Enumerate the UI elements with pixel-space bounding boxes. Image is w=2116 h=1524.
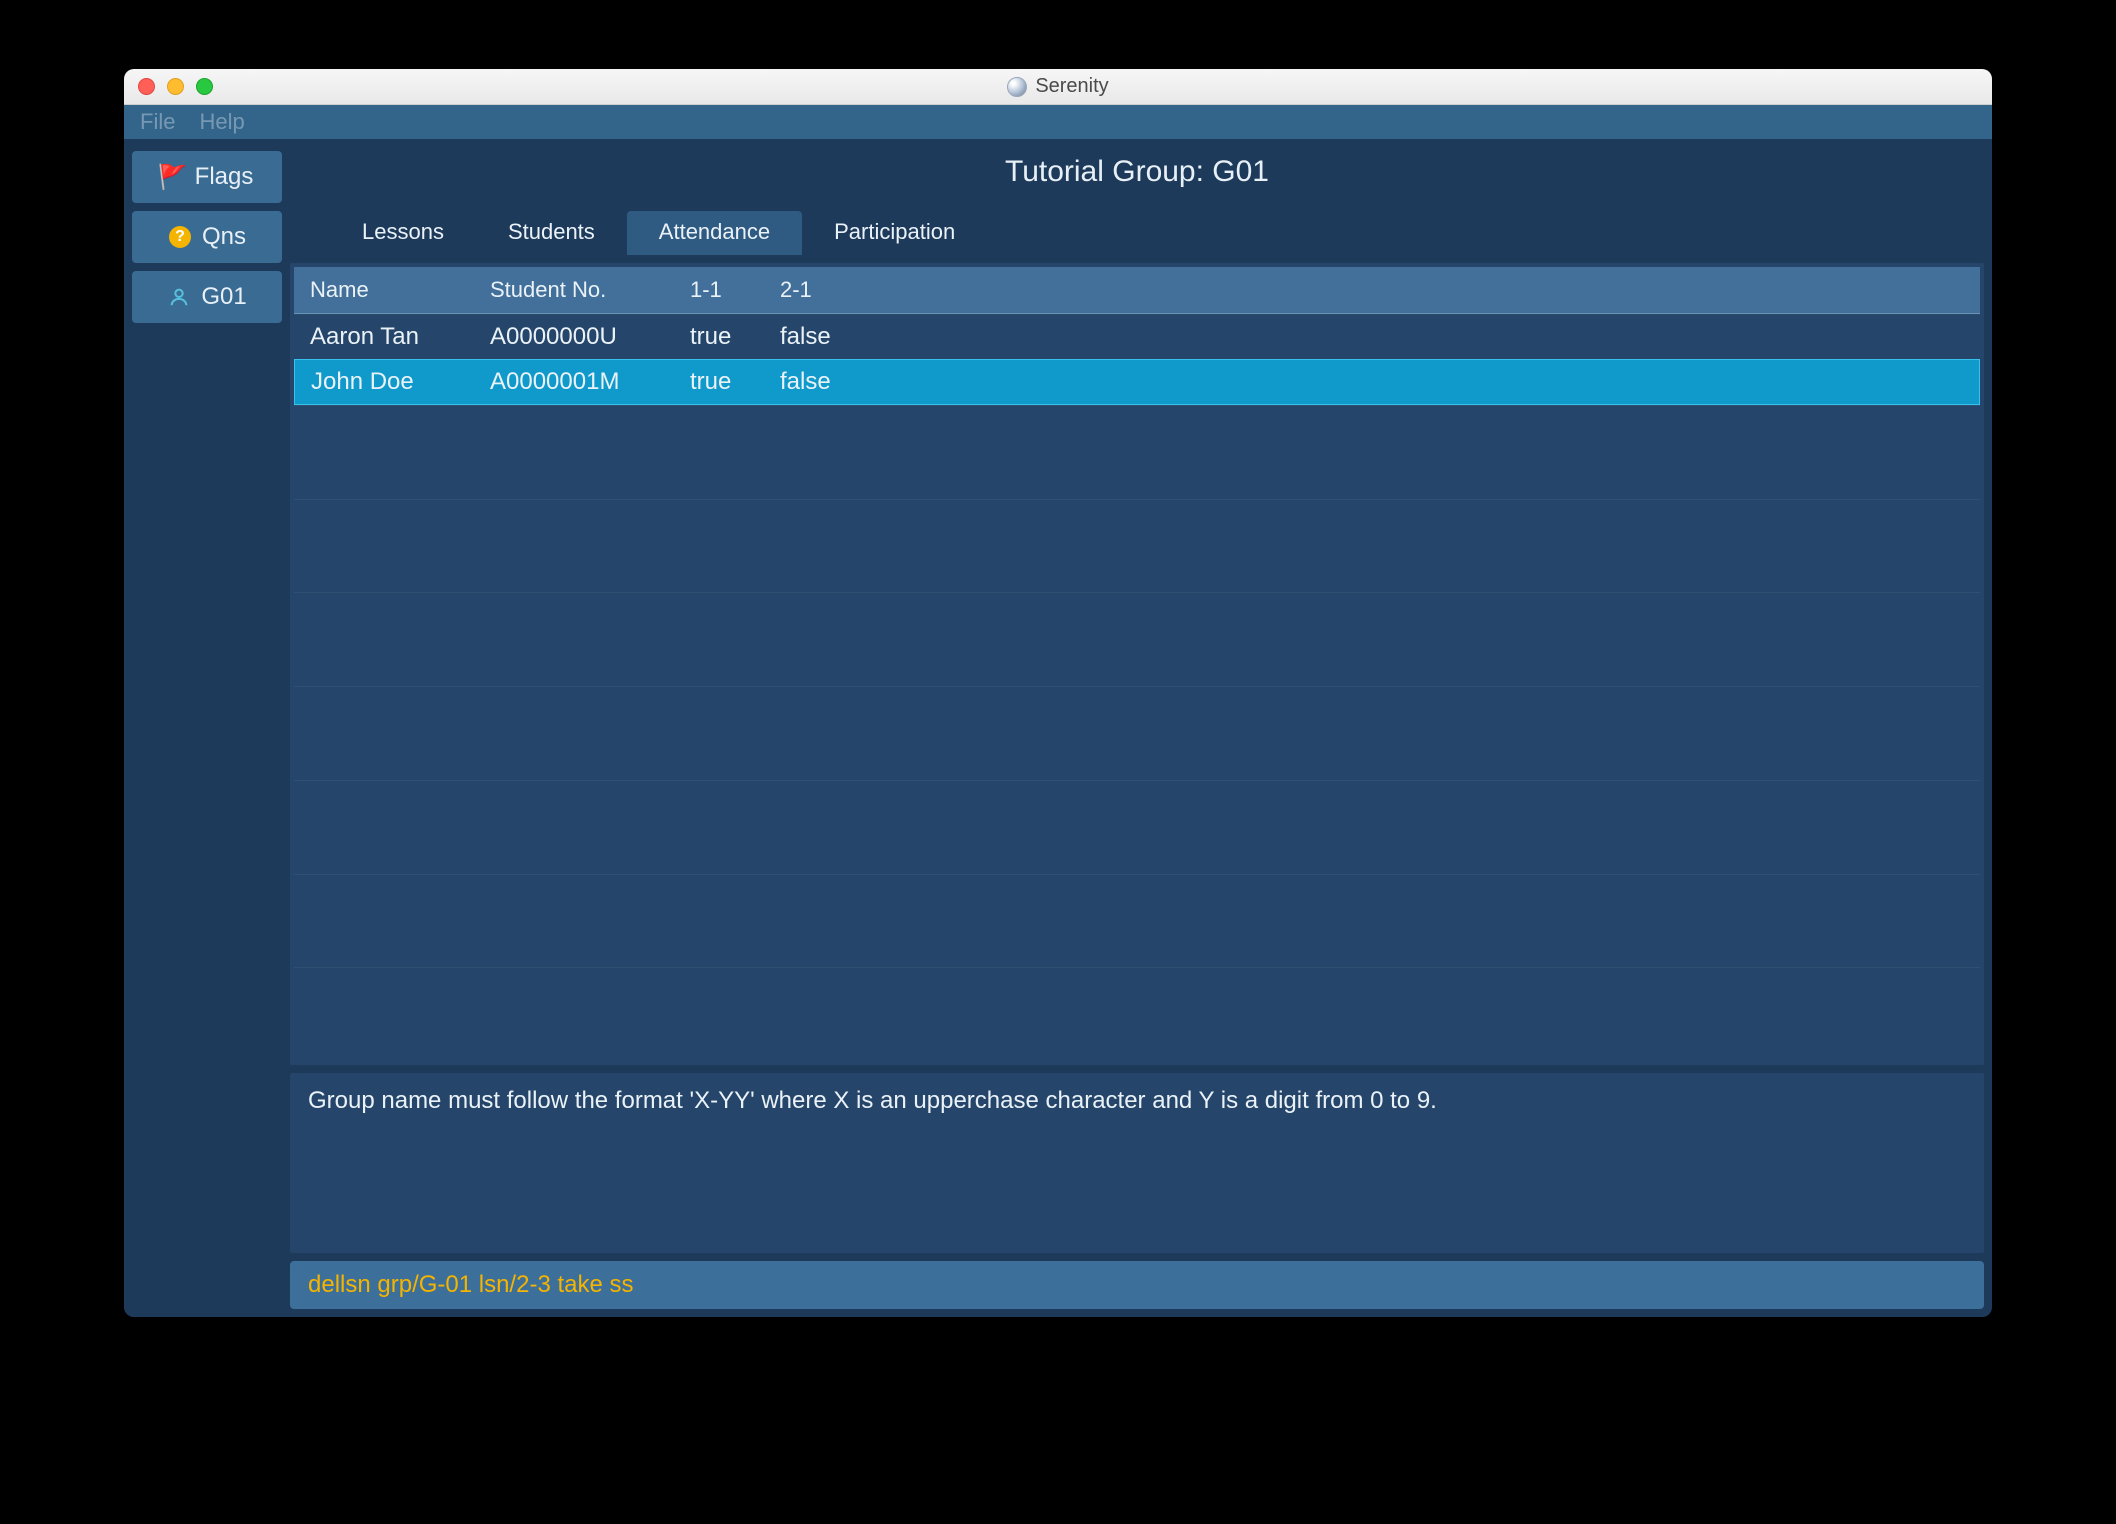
command-bar (290, 1261, 1984, 1309)
sidebar-item-label: G01 (201, 283, 246, 311)
cell-spacer (854, 314, 1980, 359)
sidebar-item-group[interactable]: G01 (132, 271, 282, 323)
empty-rows (294, 405, 1980, 1061)
window-title: Serenity (124, 75, 1992, 98)
tab-students[interactable]: Students (476, 211, 627, 255)
tab-lessons[interactable]: Lessons (330, 211, 476, 255)
main-panel: Tutorial Group: G01 Lessons Students Att… (290, 145, 1984, 1309)
cell-1-1: true (674, 359, 764, 405)
attendance-table: Name Student No. 1-1 2-1 Aaron Tan A0000… (294, 267, 1980, 405)
col-header-1-1[interactable]: 1-1 (674, 267, 764, 314)
col-header-name[interactable]: Name (294, 267, 474, 314)
question-icon: ? (168, 225, 192, 249)
person-icon (167, 285, 191, 309)
col-header-student[interactable]: Student No. (474, 267, 674, 314)
menu-file[interactable]: File (140, 109, 175, 135)
menubar: File Help (124, 105, 1992, 139)
tab-participation[interactable]: Participation (802, 211, 987, 255)
cell-1-1: true (674, 314, 764, 359)
sidebar-item-label: Qns (202, 223, 246, 251)
cell-student: A0000001M (474, 359, 674, 405)
message-panel: Group name must follow the format 'X-YY'… (290, 1073, 1984, 1253)
cell-student: A0000000U (474, 314, 674, 359)
app-body: 🚩 Flags ? Qns G01 Tutorial Group: G01 Le… (124, 139, 1992, 1317)
window-title-text: Serenity (1035, 75, 1108, 98)
sidebar-item-label: Flags (195, 163, 254, 191)
table-row[interactable]: Aaron Tan A0000000U true false (294, 314, 1980, 359)
message-text: Group name must follow the format 'X-YY'… (308, 1087, 1437, 1114)
sidebar-item-flags[interactable]: 🚩 Flags (132, 151, 282, 203)
app-icon (1007, 77, 1027, 97)
app-window: Serenity File Help 🚩 Flags ? Qns (124, 69, 1992, 1317)
cell-spacer (854, 359, 1980, 405)
cell-2-1: false (764, 359, 854, 405)
table-row-selected[interactable]: John Doe A0000001M true false (294, 359, 1980, 405)
tab-bar: Lessons Students Attendance Participatio… (290, 211, 1984, 255)
cell-name: Aaron Tan (294, 314, 474, 359)
col-header-spacer (854, 267, 1980, 314)
menu-help[interactable]: Help (199, 109, 244, 135)
table-header-row: Name Student No. 1-1 2-1 (294, 267, 1980, 314)
col-header-2-1[interactable]: 2-1 (764, 267, 854, 314)
command-input[interactable] (308, 1271, 1966, 1299)
titlebar: Serenity (124, 69, 1992, 105)
sidebar: 🚩 Flags ? Qns G01 (132, 145, 282, 1309)
page-title: Tutorial Group: G01 (290, 145, 1984, 203)
sidebar-item-qns[interactable]: ? Qns (132, 211, 282, 263)
cell-2-1: false (764, 314, 854, 359)
flag-icon: 🚩 (161, 165, 185, 189)
table-panel: Name Student No. 1-1 2-1 Aaron Tan A0000… (290, 263, 1984, 1065)
cell-name: John Doe (294, 359, 474, 405)
tab-attendance[interactable]: Attendance (627, 211, 802, 255)
